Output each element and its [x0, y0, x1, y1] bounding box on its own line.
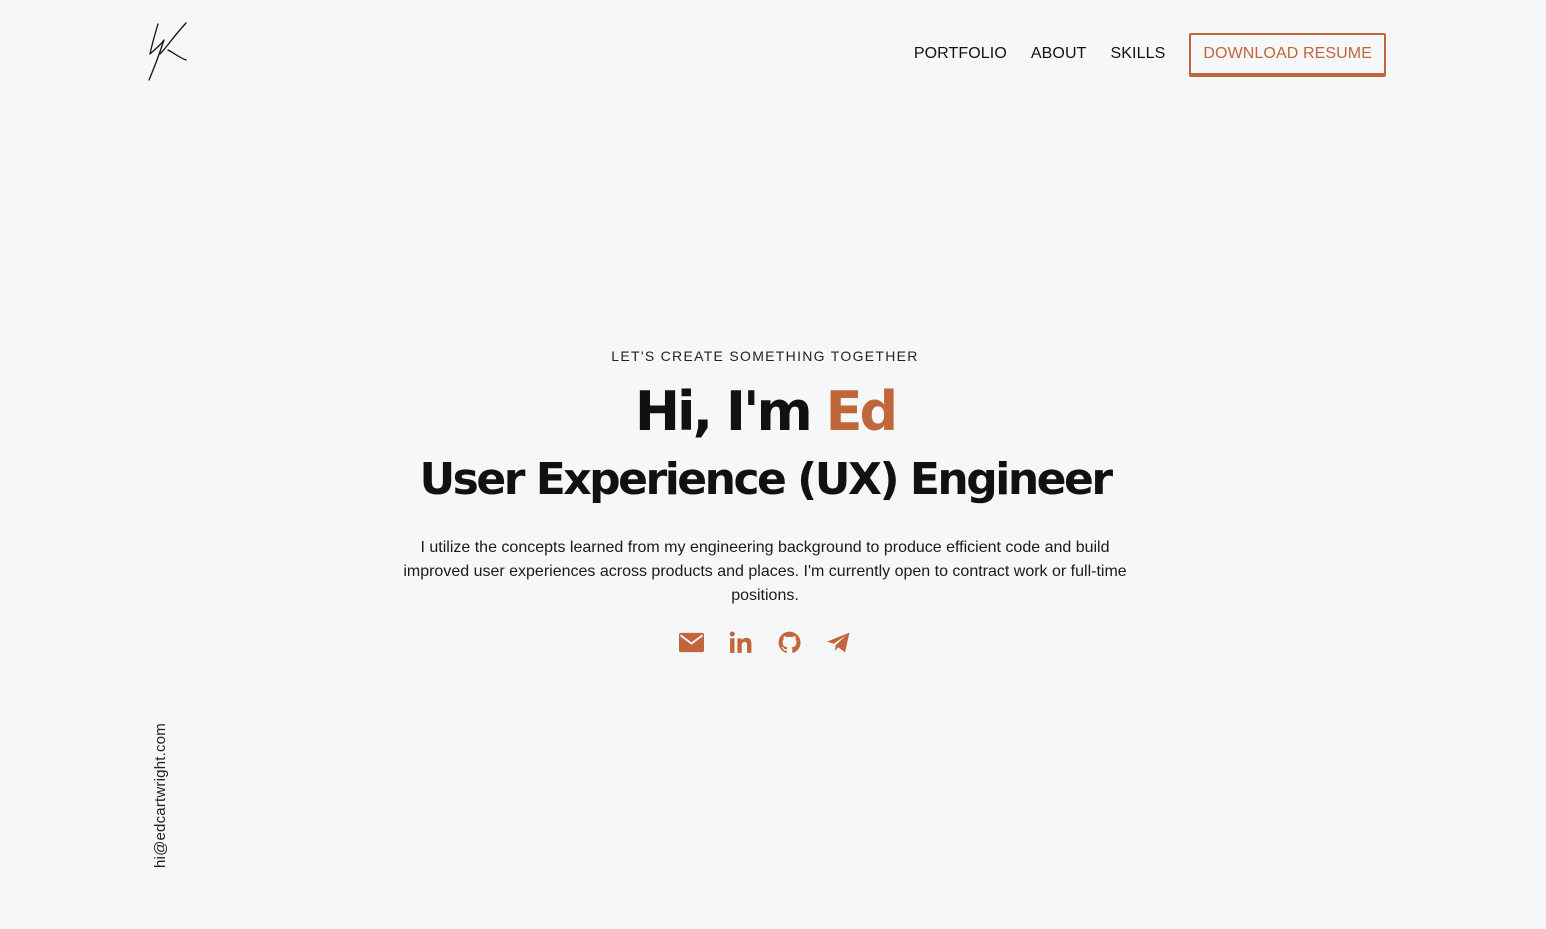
- main-nav: PORTFOLIO ABOUT SKILLS DOWNLOAD RESUME: [914, 33, 1386, 75]
- hero-description: I utilize the concepts learned from my e…: [403, 539, 1127, 604]
- nav-link-portfolio[interactable]: PORTFOLIO: [914, 45, 1007, 63]
- hero-title: User Experience (UX) Engineer: [419, 454, 1113, 505]
- hero-eyebrow: LET'S CREATE SOMETHING TOGETHER: [611, 348, 919, 364]
- download-resume-button[interactable]: DOWNLOAD RESUME: [1189, 33, 1386, 75]
- page: PORTFOLIO ABOUT SKILLS DOWNLOAD RESUME L…: [0, 0, 1546, 929]
- hero-greeting: Hi, I'm: [634, 380, 826, 443]
- github-icon[interactable]: [777, 630, 802, 655]
- hero-section: LET'S CREATE SOMETHING TOGETHER Hi, I'm …: [0, 348, 1530, 655]
- telegram-icon[interactable]: [826, 630, 851, 655]
- nav-link-about[interactable]: ABOUT: [1031, 45, 1087, 63]
- signature-logo[interactable]: [146, 20, 190, 82]
- envelope-icon[interactable]: [679, 630, 704, 655]
- nav-link-skills[interactable]: SKILLS: [1111, 45, 1166, 63]
- email-link[interactable]: hi@edcartwright.com: [152, 723, 169, 868]
- linkedin-icon[interactable]: [728, 630, 753, 655]
- hero-headline: Hi, I'm Ed: [0, 380, 1530, 444]
- signature-logo-icon: [148, 22, 187, 81]
- social-links: [0, 630, 1530, 655]
- hero-name: Ed: [825, 380, 899, 443]
